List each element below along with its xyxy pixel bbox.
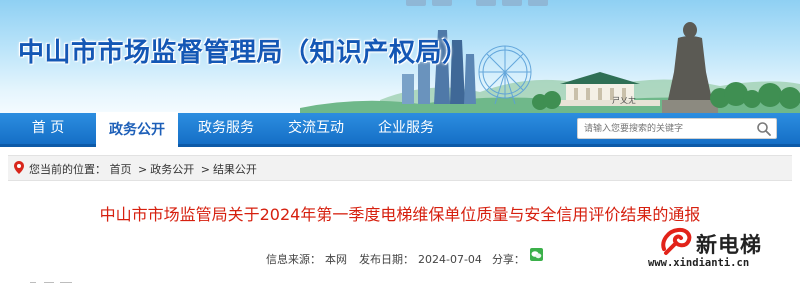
top-link[interactable] xyxy=(502,0,522,6)
main-nav: 首 页 政务公开 政务服务 交流互动 企业服务 xyxy=(0,112,800,148)
share-label: 分享： xyxy=(491,253,525,266)
svg-text:ㄕ乂ㄤ: ㄕ乂ㄤ xyxy=(612,96,636,105)
breadcrumb-separator: > xyxy=(138,163,148,176)
breadcrumb-results[interactable]: 结果公开 xyxy=(213,163,257,176)
article-meta: 信息来源： 本网 发布日期： 2024-07-04 分享： xyxy=(266,251,529,267)
source-value: 本网 xyxy=(325,253,347,266)
date-value: 2024-07-04 xyxy=(418,253,482,266)
nav-enterprise-services[interactable]: 企业服务 xyxy=(370,113,442,144)
breadcrumb-separator: > xyxy=(200,163,210,176)
top-link-bar xyxy=(406,0,452,8)
site-title: 中山市市场监督管理局（知识产权局） xyxy=(18,38,469,68)
top-link-bar xyxy=(476,0,548,8)
wechat-share-icon[interactable] xyxy=(530,248,543,261)
top-link[interactable] xyxy=(432,0,452,6)
top-link[interactable] xyxy=(406,0,426,6)
watermark-name: 新电梯 xyxy=(696,233,762,257)
breadcrumb-gov-affairs[interactable]: 政务公开 xyxy=(150,163,194,176)
nav-home[interactable]: 首 页 xyxy=(18,113,78,144)
article-body-start xyxy=(30,277,90,283)
nav-gov-affairs-open[interactable]: 政务公开 xyxy=(96,112,178,148)
breadcrumb-home[interactable]: 首页 xyxy=(110,163,132,176)
breadcrumb: 您当前的位置： 首页 > 政务公开 > 结果公开 xyxy=(8,155,792,181)
search-box xyxy=(577,118,777,139)
search-input[interactable] xyxy=(584,121,746,136)
watermark-url: www.xindianti.cn xyxy=(648,257,750,269)
xindianti-logo-icon xyxy=(661,227,692,255)
top-link[interactable] xyxy=(528,0,548,6)
header-banner: ㄕ乂ㄤ 中山市市场监督管理局（知识产权局） xyxy=(0,0,800,113)
article-body-text-fragment xyxy=(30,282,72,283)
breadcrumb-prefix: 您当前的位置： xyxy=(29,163,106,176)
search-icon[interactable] xyxy=(756,121,772,136)
nav-interaction[interactable]: 交流互动 xyxy=(280,113,352,144)
nav-gov-services[interactable]: 政务服务 xyxy=(190,113,262,144)
location-pin-icon xyxy=(14,161,24,174)
source-label: 信息来源： xyxy=(266,253,321,266)
top-link[interactable] xyxy=(476,0,496,6)
date-label: 发布日期： xyxy=(359,253,414,266)
article-title: 中山市市场监管局关于2024年第一季度电梯维保单位质量与安全信用评价结果的通报 xyxy=(99,205,701,224)
watermark: 新电梯 www.xindianti.cn xyxy=(648,227,795,272)
